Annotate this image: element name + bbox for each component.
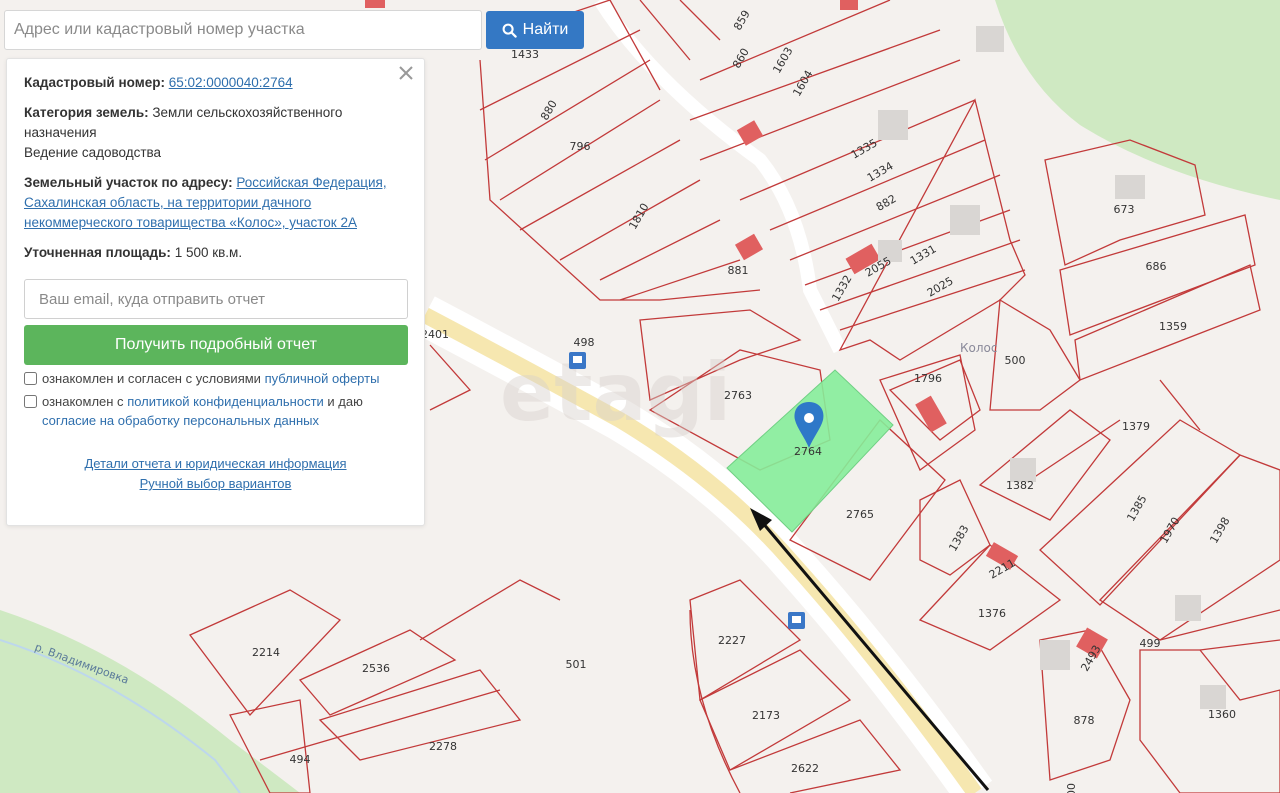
parcel-number-label: 1796	[914, 372, 942, 385]
parcel-number-label: 00	[1065, 783, 1078, 793]
search-icon	[502, 23, 517, 38]
bus-stop-icon[interactable]	[788, 612, 805, 629]
search-button[interactable]: Найти	[486, 11, 584, 49]
cadastral-number-label: Кадастровый номер:	[24, 75, 165, 90]
cadastral-number-row: Кадастровый номер: 65:02:0000040:2764	[24, 73, 407, 93]
parcel-number-label: 1360	[1208, 708, 1236, 721]
parcel-number-label: 498	[574, 336, 595, 349]
parcel-number-label: 500	[1005, 354, 1026, 367]
settlement-label: Колос	[960, 341, 997, 355]
panel-footer: Детали отчета и юридическая информация Р…	[24, 454, 407, 494]
selected-parcel-label: 2764	[794, 445, 822, 458]
bus-stop-icon[interactable]	[569, 352, 586, 369]
offer-checkbox-row: ознакомлен и согласен с условиями публич…	[24, 369, 407, 388]
parcel-number-label: 673	[1114, 203, 1135, 216]
manual-selection-link[interactable]: Ручной выбор вариантов	[140, 476, 292, 491]
address-label: Земельный участок по адресу:	[24, 175, 233, 190]
land-category-row: Категория земель: Земли сельскохозяйстве…	[24, 103, 407, 163]
report-details-link[interactable]: Детали отчета и юридическая информация	[84, 456, 346, 471]
cadastral-number-link[interactable]: 65:02:0000040:2764	[169, 75, 293, 90]
parcel-number-label: 881	[728, 264, 749, 277]
consent-link[interactable]: согласие на обработку персональных данны…	[42, 413, 319, 428]
parcel-number-label: 2227	[718, 634, 746, 647]
area-row: Уточненная площадь: 1 500 кв.м.	[24, 243, 407, 263]
parcel-number-label: 2763	[724, 389, 752, 402]
offer-link[interactable]: публичной оферты	[265, 371, 380, 386]
parcel-number-label: 2278	[429, 740, 457, 753]
offer-checkbox[interactable]	[24, 372, 37, 385]
parcel-number-label: 796	[570, 140, 591, 153]
search-bar: Найти	[4, 10, 584, 50]
parcel-number-label: 2765	[846, 508, 874, 521]
parcel-number-label: 2536	[362, 662, 390, 675]
close-icon[interactable]	[397, 64, 415, 82]
parcel-number-label: 686	[1146, 260, 1167, 273]
parcel-number-label: 501	[566, 658, 587, 671]
privacy-text: ознакомлен с политикой конфиденциальност…	[42, 394, 363, 428]
parcel-number-label: 494	[290, 753, 311, 766]
search-button-label: Найти	[522, 21, 569, 38]
parcel-number-label: 1379	[1122, 420, 1150, 433]
parcel-number-label: 2173	[752, 709, 780, 722]
area-label: Уточненная площадь:	[24, 245, 171, 260]
parcel-number-label: 1376	[978, 607, 1006, 620]
offer-text: ознакомлен и согласен с условиями публич…	[42, 371, 380, 386]
land-use-value: Ведение садоводства	[24, 145, 162, 160]
address-row: Земельный участок по адресу: Российская …	[24, 173, 407, 233]
parcel-number-label: 2622	[791, 762, 819, 775]
parcel-number-label: 1359	[1159, 320, 1187, 333]
privacy-checkbox[interactable]	[24, 395, 37, 408]
parcel-info-panel: Кадастровый номер: 65:02:0000040:2764 Ка…	[6, 58, 425, 526]
parcel-number-label: 1382	[1006, 479, 1034, 492]
parcel-number-label: 2401	[421, 328, 449, 341]
get-report-button[interactable]: Получить подробный отчет	[24, 325, 408, 365]
area-value: 1 500 кв.м.	[174, 245, 243, 260]
email-field[interactable]	[24, 279, 408, 319]
watermark-text: etagi	[500, 346, 731, 439]
parcel-number-label: 878	[1074, 714, 1095, 727]
privacy-policy-link[interactable]: политикой конфиденциальности	[127, 394, 324, 409]
search-input[interactable]	[4, 10, 482, 50]
privacy-checkbox-row: ознакомлен с политикой конфиденциальност…	[24, 392, 407, 430]
parcel-number-label: 499	[1140, 637, 1161, 650]
land-category-label: Категория земель:	[24, 105, 149, 120]
parcel-number-label: 2214	[252, 646, 280, 659]
